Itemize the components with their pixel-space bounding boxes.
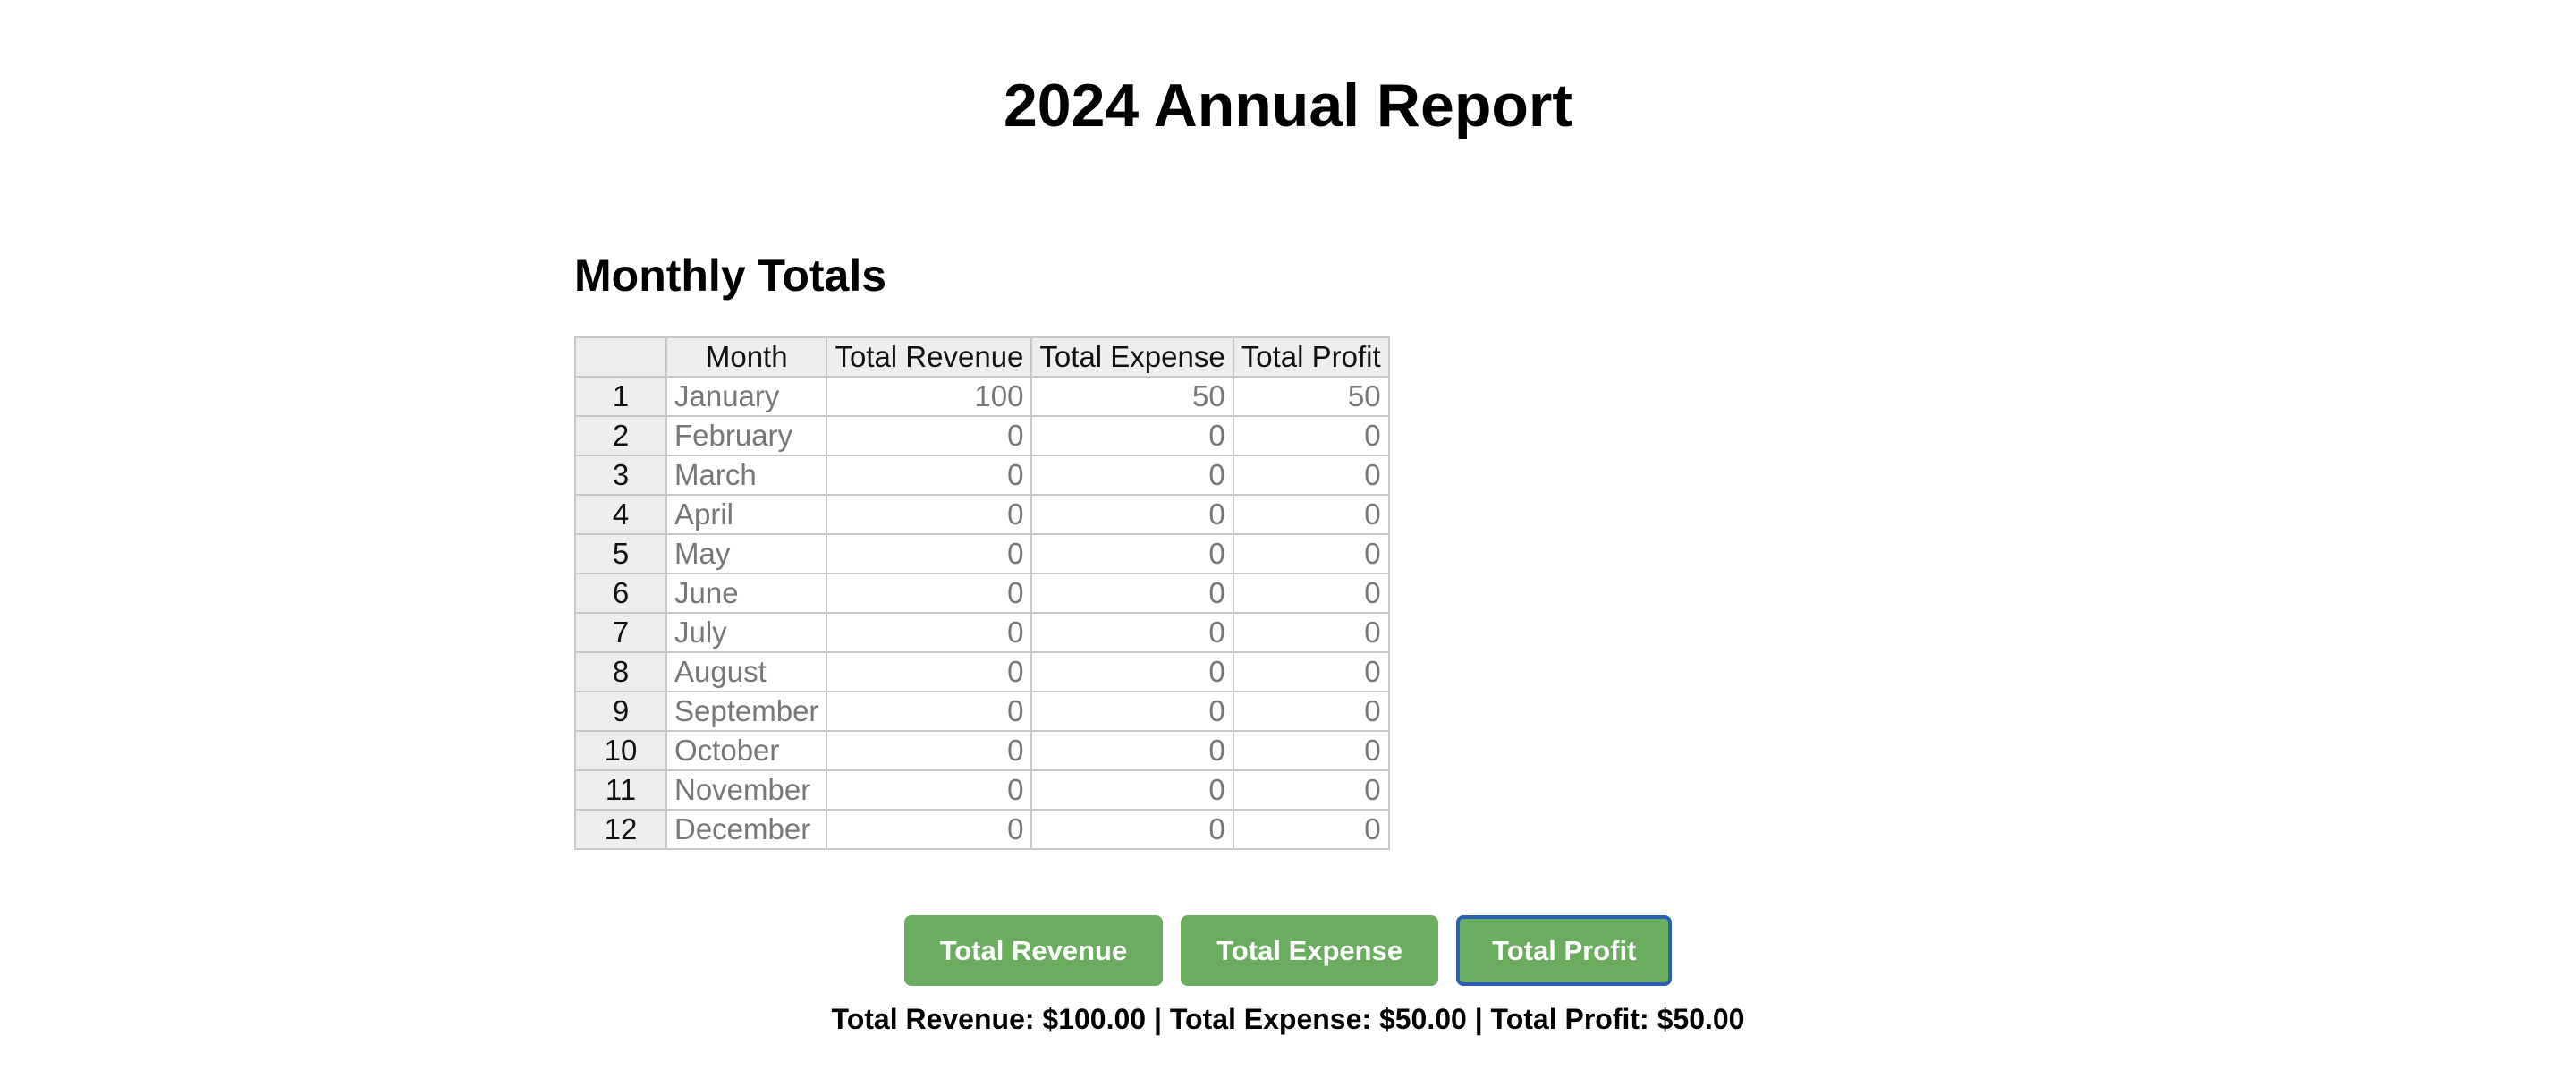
revenue-cell: 0 — [826, 494, 1033, 535]
month-cell: November — [665, 769, 828, 811]
profit-cell: 0 — [1232, 455, 1390, 496]
header-row: Month Total Revenue Total Expense Total … — [574, 336, 1390, 378]
profit-cell: 0 — [1232, 809, 1390, 850]
profit-cell: 50 — [1232, 376, 1390, 417]
row-number-cell: 5 — [574, 533, 667, 574]
month-cell: December — [665, 809, 828, 850]
table-row: 10 October 0 0 0 — [574, 730, 1390, 771]
header-total-expense: Total Expense — [1030, 336, 1234, 378]
header-month: Month — [665, 336, 828, 378]
profit-cell: 0 — [1232, 769, 1390, 811]
expense-cell: 0 — [1030, 809, 1234, 850]
profit-cell: 0 — [1232, 573, 1390, 614]
expense-cell: 0 — [1030, 730, 1234, 771]
profit-cell: 0 — [1232, 651, 1390, 692]
table-row: 5 May 0 0 0 — [574, 533, 1390, 574]
table-row: 7 July 0 0 0 — [574, 612, 1390, 653]
expense-cell: 0 — [1030, 573, 1234, 614]
expense-cell: 0 — [1030, 415, 1234, 456]
month-cell: October — [665, 730, 828, 771]
revenue-cell: 0 — [826, 769, 1033, 811]
revenue-cell: 0 — [826, 612, 1033, 653]
table-row: 8 August 0 0 0 — [574, 651, 1390, 692]
revenue-cell: 0 — [826, 573, 1033, 614]
row-number-cell: 2 — [574, 415, 667, 456]
page-title: 2024 Annual Report — [1003, 72, 1573, 140]
month-cell: May — [665, 533, 828, 574]
header-total-profit: Total Profit — [1232, 336, 1390, 378]
row-number-cell: 10 — [574, 730, 667, 771]
table-row: 2 February 0 0 0 — [574, 415, 1390, 456]
expense-cell: 50 — [1030, 376, 1234, 417]
revenue-cell: 0 — [826, 691, 1033, 732]
expense-cell: 0 — [1030, 533, 1234, 574]
month-cell: August — [665, 651, 828, 692]
revenue-cell: 100 — [826, 376, 1033, 417]
expense-cell: 0 — [1030, 612, 1234, 653]
table-row: 11 November 0 0 0 — [574, 769, 1390, 811]
profit-cell: 0 — [1232, 494, 1390, 535]
profit-cell: 0 — [1232, 415, 1390, 456]
table-row: 1 January 100 50 50 — [574, 376, 1390, 417]
revenue-cell: 0 — [826, 455, 1033, 496]
month-cell: September — [665, 691, 828, 732]
row-number-cell: 8 — [574, 651, 667, 692]
table-row: 4 April 0 0 0 — [574, 494, 1390, 535]
revenue-cell: 0 — [826, 730, 1033, 771]
row-number-cell: 7 — [574, 612, 667, 653]
totals-summary: Total Revenue: $100.00 | Total Expense: … — [831, 1003, 1745, 1035]
header-total-revenue: Total Revenue — [826, 336, 1033, 378]
expense-cell: 0 — [1030, 769, 1234, 811]
header-row-index — [574, 336, 667, 378]
row-number-cell: 3 — [574, 455, 667, 496]
revenue-cell: 0 — [826, 533, 1033, 574]
table-row: 6 June 0 0 0 — [574, 573, 1390, 614]
total-profit-button[interactable]: Total Profit — [1456, 915, 1673, 986]
expense-cell: 0 — [1030, 494, 1234, 535]
section-title: Monthly Totals — [574, 251, 887, 301]
expense-cell: 0 — [1030, 455, 1234, 496]
row-number-cell: 4 — [574, 494, 667, 535]
profit-cell: 0 — [1232, 691, 1390, 732]
table-body: 1 January 100 50 50 2 February 0 0 0 3 March 0 0 0 4 Apr… — [574, 376, 1390, 850]
expense-cell: 0 — [1030, 691, 1234, 732]
total-expense-button[interactable]: Total Expense — [1181, 915, 1439, 986]
table-row: 3 March 0 0 0 — [574, 455, 1390, 496]
month-cell: January — [665, 376, 828, 417]
profit-cell: 0 — [1232, 533, 1390, 574]
table-row: 9 September 0 0 0 — [574, 691, 1390, 732]
month-cell: March — [665, 455, 828, 496]
table-header: Month Total Revenue Total Expense Total … — [574, 336, 1390, 378]
expense-cell: 0 — [1030, 651, 1234, 692]
row-number-cell: 6 — [574, 573, 667, 614]
table-row: 12 December 0 0 0 — [574, 809, 1390, 850]
row-number-cell: 1 — [574, 376, 667, 417]
row-number-cell: 9 — [574, 691, 667, 732]
profit-cell: 0 — [1232, 730, 1390, 771]
row-number-cell: 12 — [574, 809, 667, 850]
month-cell: April — [665, 494, 828, 535]
revenue-cell: 0 — [826, 415, 1033, 456]
month-cell: June — [665, 573, 828, 614]
revenue-cell: 0 — [826, 809, 1033, 850]
profit-cell: 0 — [1232, 612, 1390, 653]
row-number-cell: 11 — [574, 769, 667, 811]
revenue-cell: 0 — [826, 651, 1033, 692]
month-cell: February — [665, 415, 828, 456]
month-cell: July — [665, 612, 828, 653]
monthly-totals-table: Month Total Revenue Total Expense Total … — [574, 336, 1390, 850]
button-bar: Total Revenue Total Expense Total Profit — [0, 915, 2576, 986]
total-revenue-button[interactable]: Total Revenue — [903, 915, 1164, 986]
